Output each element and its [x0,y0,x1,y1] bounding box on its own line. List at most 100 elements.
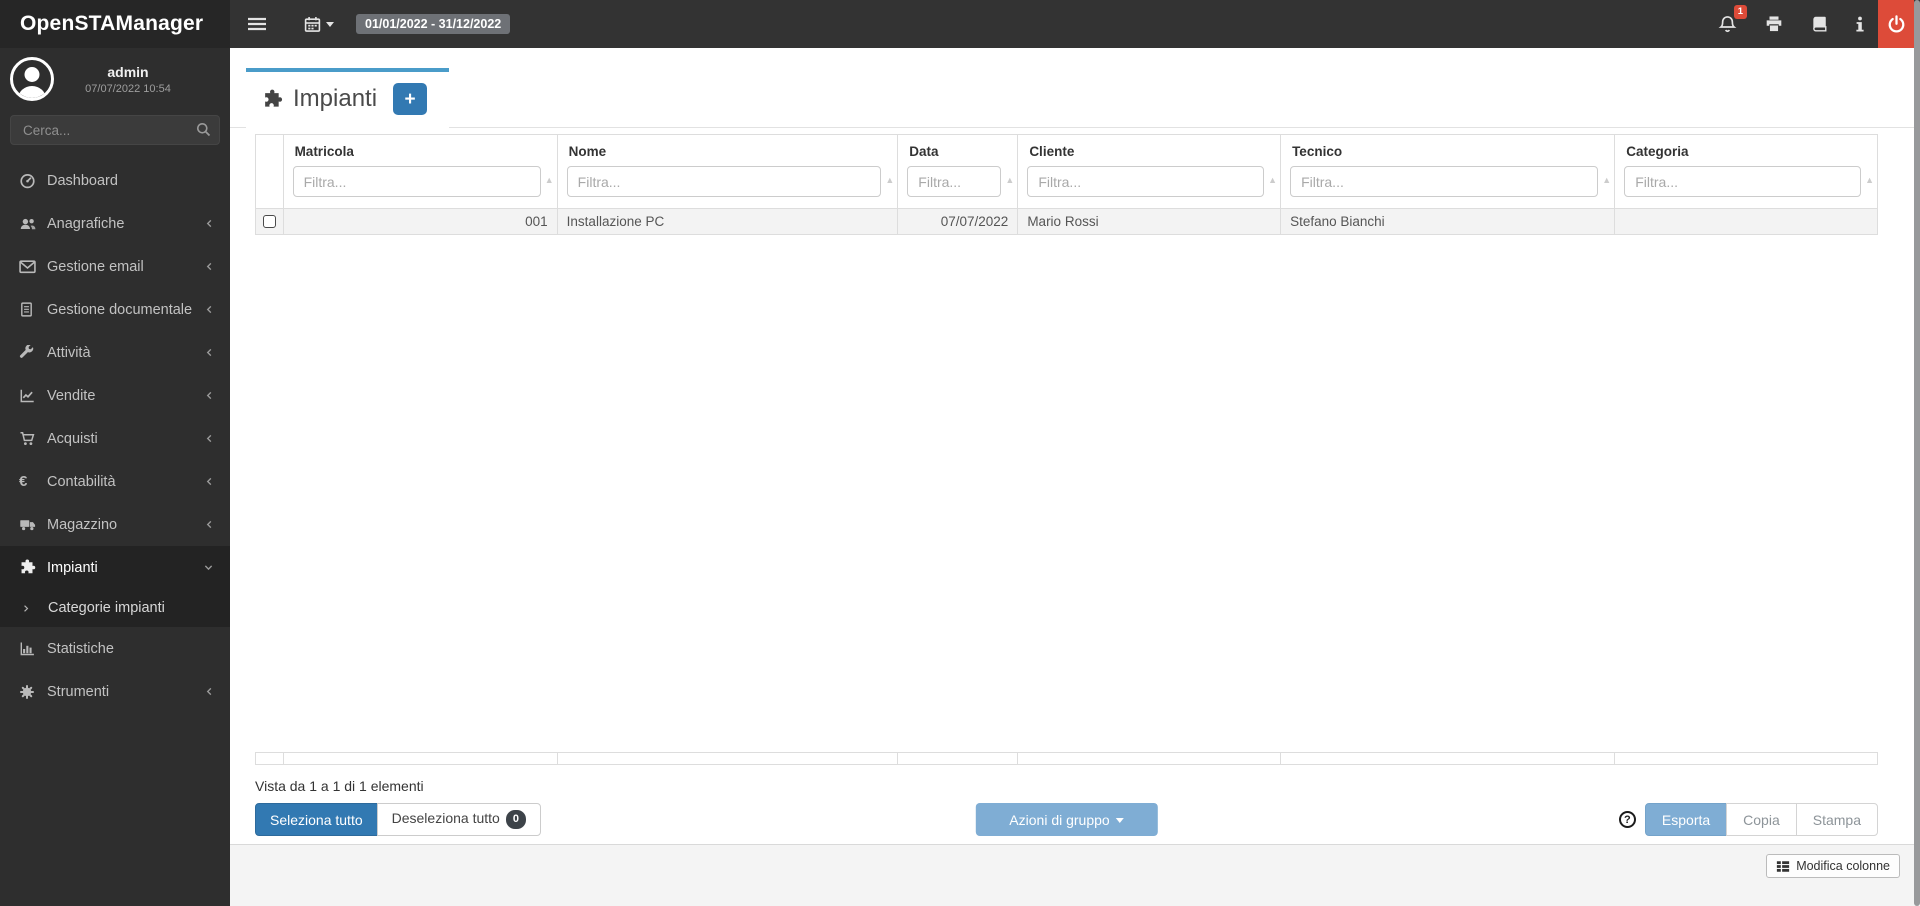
sidebar-item-statistiche[interactable]: Statistiche [0,627,230,670]
user-datetime: 07/07/2022 10:54 [85,82,171,95]
select-all-button[interactable]: Seleziona tutto [255,803,378,836]
print-button[interactable] [1751,0,1797,48]
column-header-nome[interactable]: Nome ▲ [556,134,899,209]
filter-input-categoria[interactable] [1624,166,1861,197]
cell-matricola[interactable]: 001 [282,208,558,235]
add-impianto-button[interactable]: + [393,83,428,115]
sidebar-item-vendite[interactable]: Vendite [0,374,230,417]
sidebar-item-contabilita[interactable]: € Contabilità [0,460,230,503]
chevron-left-icon [205,390,214,401]
sidebar-item-impianti[interactable]: Impianti [0,546,230,589]
sidebar-item-magazzino[interactable]: Magazzino [0,503,230,546]
wrench-icon [19,344,43,361]
logout-button[interactable] [1878,0,1914,48]
tab-impianti[interactable]: Impianti + [246,68,450,128]
sort-icon: ▲ [885,175,895,185]
hamburger-icon [248,17,266,31]
chart-line-icon [19,388,43,404]
topbar-main: 01/01/2022 - 31/12/2022 1 [230,0,1920,48]
manual-button[interactable] [1797,0,1842,48]
deselect-all-button[interactable]: Deseleziona tutto 0 [376,803,541,836]
filter-input-nome[interactable] [566,166,882,197]
print-table-button[interactable]: Stampa [1795,803,1878,836]
search-input[interactable] [10,115,220,145]
sidebar-toggle-button[interactable] [234,0,280,48]
edit-columns-button[interactable]: Modifica colonne [1766,854,1900,878]
sort-icon: ▲ [1005,175,1015,185]
columns-icon [1777,860,1790,872]
sidebar-item-anagrafiche[interactable]: Anagrafiche [0,202,230,245]
euro-icon: € [19,473,28,490]
chevron-left-icon [205,218,214,229]
filter-input-cliente[interactable] [1027,166,1265,197]
filter-input-tecnico[interactable] [1290,166,1599,197]
export-tools: ? Esporta Copia Stampa [1618,803,1878,836]
tab-bar: Impianti + [230,48,1920,128]
impianti-card: Impianti + Matricola Filtra... ▲ Nome Fi… [230,48,1920,845]
puzzle-icon [19,559,43,576]
sidebar-item-dashboard[interactable]: Dashboard [0,159,230,202]
table-header-row: Matricola ▲ Nome ▲ Data [255,134,1878,209]
cell-nome[interactable]: Installazione PC [556,208,899,235]
sidebar-item-categorie-impianti[interactable]: Categorie impianti [0,589,230,627]
filter-input-matricola[interactable] [292,166,541,197]
cell-data[interactable]: 07/07/2022 [897,208,1019,235]
sort-icon: ▲ [544,175,554,185]
main-content: Impianti + Matricola Filtra... ▲ Nome Fi… [230,48,1920,906]
row-checkbox[interactable] [262,214,276,228]
row-select-cell [255,208,284,235]
chevron-down-icon [1115,817,1124,823]
power-icon [1888,14,1904,33]
chevron-down-icon [203,563,214,572]
filter-input-data[interactable] [907,166,1002,197]
copy-button[interactable]: Copia [1726,803,1797,836]
sidebar-item-gestione-email[interactable]: Gestione email [0,245,230,288]
user-name: admin [107,63,149,80]
chevron-left-icon [205,304,214,315]
export-button-group: Esporta Copia Stampa [1644,803,1878,836]
column-header-matricola[interactable]: Matricola ▲ [282,134,558,209]
column-header-tecnico[interactable]: Tecnico ▲ [1280,134,1616,209]
calendar-period-button[interactable] [290,0,348,48]
group-actions-button[interactable]: Azioni di gruppo [975,803,1158,836]
sort-icon: ▲ [1602,175,1612,185]
chevron-left-icon [205,261,214,272]
column-header-categoria[interactable]: Categoria ▲ [1614,134,1878,209]
chevron-left-icon [205,476,214,487]
app-logo[interactable]: OpenSTAManager [0,0,230,48]
help-icon[interactable]: ? [1618,811,1636,828]
user-panel: admin 07/07/2022 10:54 [0,48,230,111]
chevron-left-icon [205,433,214,444]
sidebar-item-strumenti[interactable]: Strumenti [0,670,230,713]
select-column-header [255,134,284,209]
info-button[interactable] [1842,0,1878,48]
top-navbar: OpenSTAManager 01/01/2022 - 31/12/2022 1 [0,0,1920,48]
table-row[interactable]: 001 Installazione PC 07/07/2022 Mario Ro… [255,208,1878,235]
table-empty-space [255,235,1878,752]
sidebar-item-acquisti[interactable]: Acquisti [0,417,230,460]
sidebar-item-attivita[interactable]: Attività [0,331,230,374]
sidebar-item-gestione-documentale[interactable]: Gestione documentale [0,288,230,331]
tab-title: Impianti [293,85,378,112]
notification-badge: 1 [1733,5,1747,19]
printer-icon [1766,16,1782,32]
cell-categoria[interactable] [1614,208,1878,235]
sidebar-menu: Dashboard Anagrafiche Gestione email Ges… [0,159,230,906]
avatar [10,57,54,101]
info-icon [1856,16,1864,31]
deselect-count-badge: 0 [505,810,526,829]
sidebar-search [10,115,220,145]
date-range-badge[interactable]: 01/01/2022 - 31/12/2022 [356,14,511,34]
table-area: Matricola ▲ Nome ▲ Data [230,128,1920,844]
sort-icon: ▲ [1865,175,1874,185]
file-icon [19,301,43,318]
export-button[interactable]: Esporta [1644,803,1728,836]
page-scrollbar[interactable] [1914,0,1920,906]
cell-cliente[interactable]: Mario Rossi [1017,208,1282,235]
notifications-button[interactable]: 1 [1704,0,1751,48]
cart-icon [19,431,43,447]
column-header-data[interactable]: Data ▲ [897,134,1019,209]
column-header-cliente[interactable]: Cliente ▲ [1017,134,1282,209]
cell-tecnico[interactable]: Stefano Bianchi [1280,208,1616,235]
chevron-left-icon [205,347,214,358]
